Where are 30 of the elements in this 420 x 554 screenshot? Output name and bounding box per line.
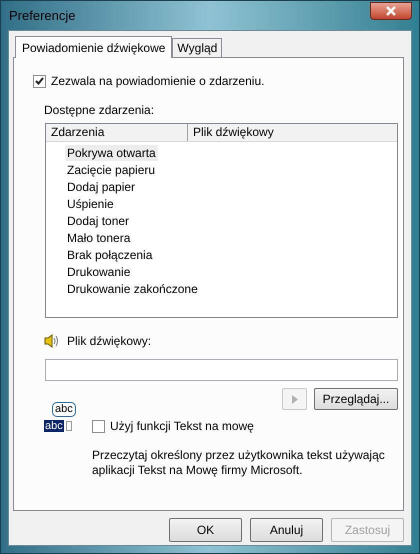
browse-button[interactable]: Przeglądaj... <box>314 388 398 410</box>
window-title: Preferencje <box>8 6 76 25</box>
sound-file-field[interactable] <box>45 359 398 381</box>
dialog-button[interactable]: OK <box>169 518 242 542</box>
column-header[interactable]: Plik dźwiękowy <box>188 124 397 141</box>
list-item[interactable]: Brak połączenia <box>65 246 154 262</box>
list-item[interactable]: Dodaj papier <box>65 178 138 194</box>
list-item[interactable]: Drukowanie <box>65 264 132 280</box>
tab[interactable]: Powiadomienie dźwiękowe <box>15 36 172 58</box>
speaker-icon <box>44 334 61 348</box>
checkbox[interactable] <box>92 420 105 432</box>
description-text: Przeczytaj określony przez użytkownika tekst używając aplikacji Tekst na Mowę firmy Microsoft. <box>92 448 386 478</box>
list-item[interactable]: Dodaj toner <box>65 212 132 228</box>
checkbox-label: Użyj funkcji Tekst na mowę <box>110 418 254 435</box>
checkbox-label: Zezwala na powiadomienie o zdarzeniu. <box>51 73 264 90</box>
checkmark-icon <box>35 77 44 85</box>
close-button[interactable] <box>370 2 412 20</box>
play-icon <box>292 394 298 404</box>
list-item[interactable]: Drukowanie zakończone <box>65 280 200 296</box>
list-item[interactable]: Pokrywa otwarta <box>65 144 158 160</box>
sound-file-label: Plik dźwiękowy: <box>67 333 152 350</box>
close-icon <box>385 6 397 16</box>
events-label: Dostępne zdarzenia: <box>44 102 154 119</box>
list-item[interactable]: Mało tonera <box>65 230 132 246</box>
list-item[interactable]: Uśpienie <box>65 196 116 212</box>
checkbox[interactable] <box>33 74 46 88</box>
list-item[interactable]: Zacięcie papieru <box>65 162 158 178</box>
tab[interactable]: Wygląd <box>172 38 222 57</box>
column-header[interactable]: Zdarzenia <box>46 124 188 141</box>
dialog-button[interactable]: Anuluj <box>250 518 323 542</box>
